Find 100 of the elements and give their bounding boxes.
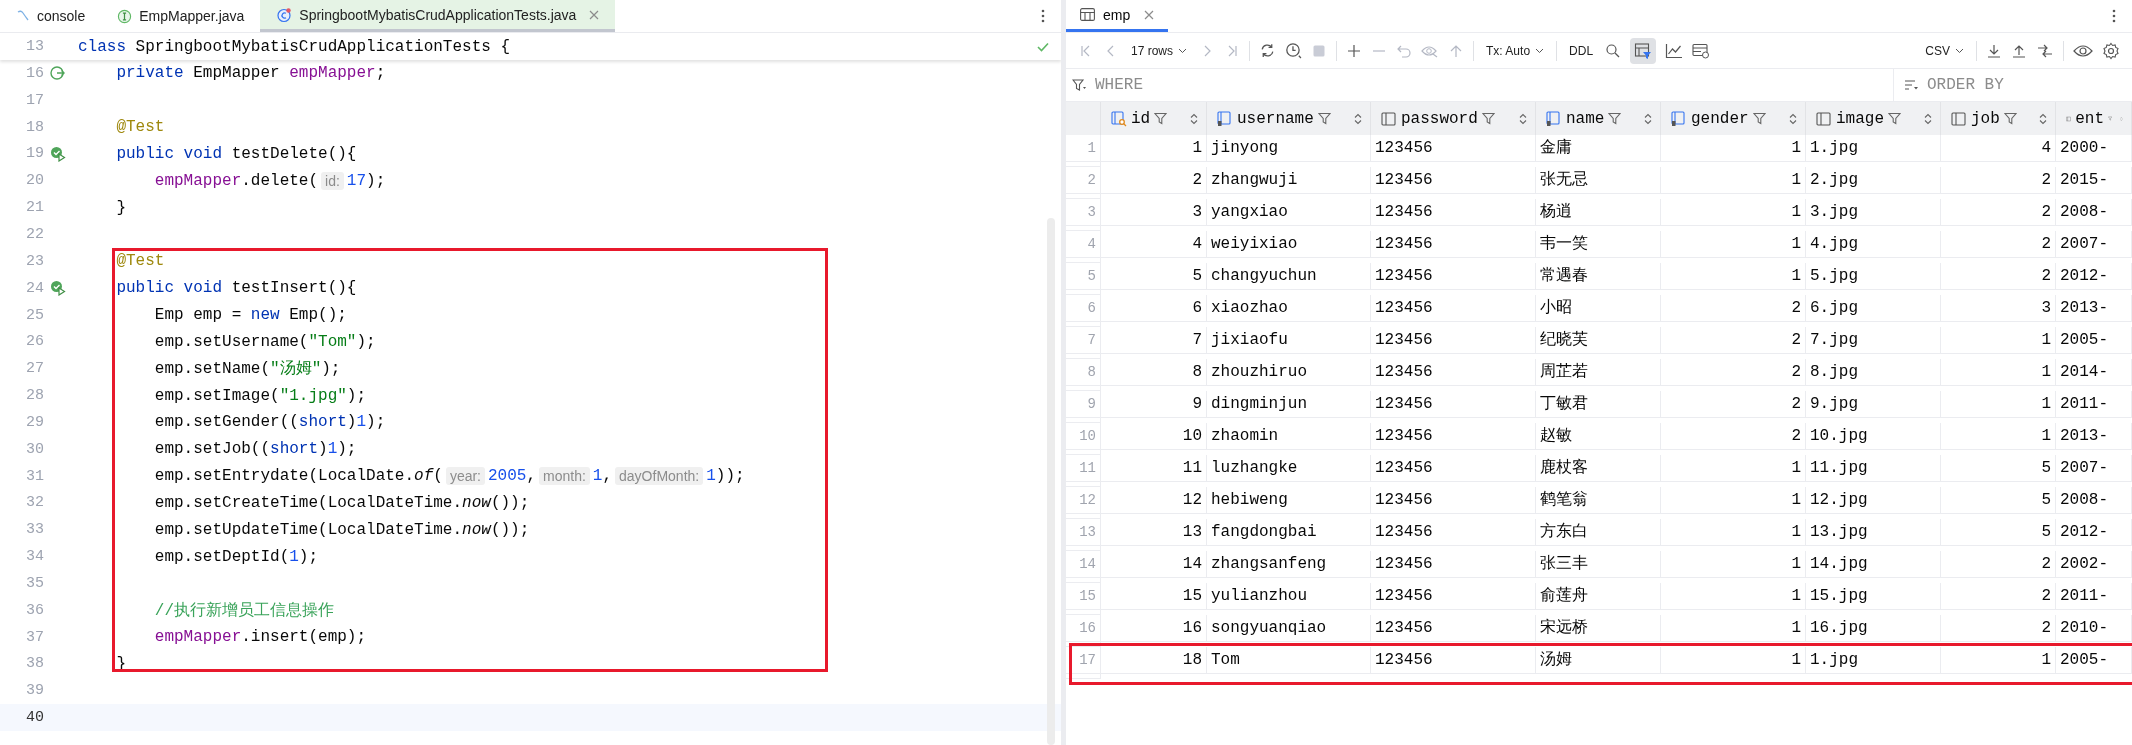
table-cell: 2012-	[2056, 519, 2132, 546]
table-cell: 方东白	[1536, 519, 1661, 546]
indexed-column-icon	[1671, 110, 1687, 127]
sort-icon[interactable]	[1644, 112, 1652, 125]
table-cell: songyuanqiao	[1207, 615, 1371, 642]
table-cell: 2015-	[2056, 167, 2132, 194]
code-text: @Test	[115, 118, 165, 137]
column-name[interactable]: job	[1971, 109, 2000, 128]
sort-icon[interactable]	[1924, 112, 1932, 125]
compare-icon[interactable]	[2036, 42, 2054, 59]
line-number: 24	[25, 279, 44, 297]
column-name[interactable]: password	[1401, 109, 1478, 128]
editor-tab[interactable]: console	[0, 0, 102, 32]
indexed-column-icon	[1217, 110, 1233, 127]
filter-icon[interactable]	[2003, 112, 2017, 125]
table-cell: 8.jpg	[1806, 359, 1941, 386]
filter-icon[interactable]	[1154, 112, 1168, 125]
column-name[interactable]: name	[1566, 109, 1605, 128]
line-number: 33	[25, 521, 44, 539]
code-text: empMapper.insert(emp);	[153, 628, 367, 647]
row-number: 16	[1066, 615, 1101, 642]
table-cell: 15	[1101, 583, 1207, 610]
transaction-mode-dropdown[interactable]: Tx: Auto	[1483, 43, 1548, 58]
export-format-dropdown[interactable]: CSV	[1922, 43, 1967, 58]
editor-tab[interactable]: EmpMapper.java	[101, 0, 261, 32]
column-name[interactable]: id	[1131, 109, 1151, 128]
table-cell: 5	[1941, 519, 2056, 546]
settings-icon[interactable]	[2102, 41, 2120, 60]
row-number: 15	[1066, 583, 1101, 610]
sort-icon[interactable]	[1190, 112, 1198, 125]
where-field[interactable]: WHERE	[1093, 75, 1257, 95]
line-number: 35	[25, 574, 44, 592]
table-icon	[1080, 8, 1095, 21]
table-cell: 2011-	[2056, 391, 2132, 418]
caret-icon	[1955, 47, 1964, 54]
sort-icon[interactable]	[1519, 112, 1527, 125]
filter-icon[interactable]	[1608, 112, 1622, 125]
close-icon[interactable]	[1144, 9, 1155, 20]
test-class-icon	[276, 6, 293, 23]
ddl-button[interactable]: DDL	[1566, 43, 1597, 58]
filter-toggle[interactable]	[1630, 37, 1657, 64]
table-view-icon[interactable]	[1692, 42, 1711, 59]
filter-icon[interactable]	[1888, 112, 1901, 125]
table-cell: 5.jpg	[1806, 263, 1941, 290]
row-count-dropdown[interactable]: 17 rows	[1128, 43, 1191, 58]
key-column-icon	[1111, 110, 1127, 127]
table-cell: 2005-	[2056, 327, 2132, 354]
table-cell: 1	[1661, 519, 1806, 546]
column-name[interactable]: image	[1836, 109, 1884, 128]
line-number: 18	[25, 118, 44, 136]
editor-tab[interactable]: SpringbootMybatisCrudApplicationTests.java	[260, 0, 616, 32]
run-icon[interactable]	[50, 280, 66, 297]
code-text: empMapper.delete(	[153, 171, 319, 190]
table-cell: 1	[1661, 551, 1806, 578]
table-cell: 123456	[1371, 167, 1536, 194]
table-cell: 金庸	[1536, 135, 1661, 162]
code-text: emp.setEntrydate(LocalDate.of(	[153, 467, 443, 486]
code-text: 1,	[592, 467, 613, 486]
filter-icon[interactable]	[1317, 112, 1331, 125]
download-icon[interactable]	[1986, 42, 2002, 59]
add-icon[interactable]	[1346, 42, 1363, 59]
clock-icon[interactable]	[1285, 42, 1303, 59]
table-cell: 10	[1101, 423, 1207, 450]
more-icon[interactable]	[1041, 9, 1045, 23]
results-tab[interactable]: emp	[1066, 0, 1169, 32]
table-cell: 2013-	[2056, 423, 2132, 450]
table-cell: 4	[1101, 231, 1207, 258]
sort-icon[interactable]	[2039, 112, 2047, 125]
table-cell: fangdongbai	[1207, 519, 1371, 546]
table-cell: 1.jpg	[1806, 135, 1941, 162]
table-cell: 123456	[1371, 391, 1536, 418]
filter-icon[interactable]	[1481, 112, 1495, 125]
table-cell: jixiaofu	[1207, 327, 1371, 354]
run-icon[interactable]	[50, 145, 66, 162]
line-number: 30	[25, 440, 44, 458]
more-icon[interactable]	[2112, 9, 2116, 23]
table-cell: 1	[1661, 647, 1806, 674]
column-name[interactable]: gender	[1691, 109, 1749, 128]
table-cell: 123456	[1371, 551, 1536, 578]
table-cell: 2	[1941, 583, 2056, 610]
eye-icon[interactable]	[2073, 42, 2093, 59]
order-by-field[interactable]: ORDER BY	[1925, 75, 2089, 95]
sort-icon[interactable]	[1354, 112, 1362, 125]
column-name[interactable]: ent	[2075, 109, 2105, 128]
column-name[interactable]: username	[1237, 109, 1314, 128]
line-number: 21	[25, 199, 44, 217]
search-icon[interactable]	[1605, 42, 1622, 59]
table-cell: 18	[1101, 647, 1207, 674]
bean-icon[interactable]	[50, 65, 66, 82]
table-cell: 16	[1101, 615, 1207, 642]
table-cell: 2.jpg	[1806, 167, 1941, 194]
close-icon[interactable]	[589, 9, 600, 20]
filter-icon[interactable]	[1752, 112, 1766, 125]
sort-icon[interactable]	[1789, 112, 1797, 125]
row-number: 5	[1066, 263, 1101, 290]
table-cell: 2	[1661, 295, 1806, 322]
chart-icon[interactable]	[1665, 42, 1684, 59]
table-cell: 2000-	[2056, 135, 2132, 162]
check-icon[interactable]	[1037, 41, 1049, 52]
code-text: //执行新增员工信息操作	[153, 600, 334, 621]
